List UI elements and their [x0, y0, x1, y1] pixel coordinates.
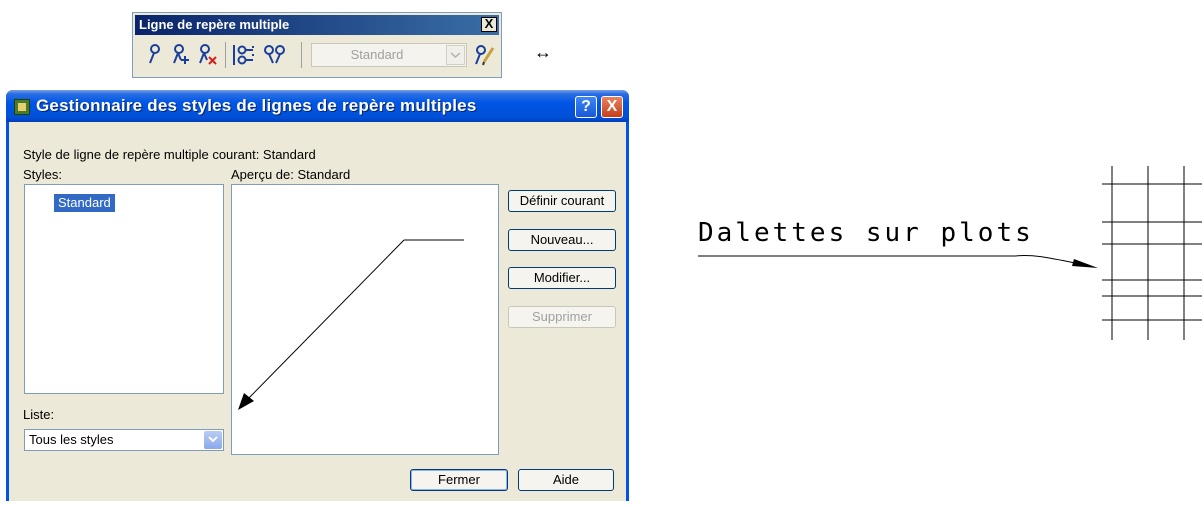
chevron-down-icon[interactable]: [204, 431, 222, 449]
preview-label: Aperçu de: Standard: [231, 167, 351, 182]
close-button[interactable]: X: [601, 96, 623, 118]
toolbar-buttons-row: Standard: [133, 39, 501, 73]
list-filter-combo[interactable]: Tous les styles: [24, 429, 224, 451]
app-icon: [14, 99, 30, 115]
cad-drawing-area: Dalettes sur plots: [690, 160, 1202, 350]
toolbar-title: Ligne de repère multiple: [139, 17, 290, 32]
chevron-down-icon[interactable]: [446, 45, 465, 65]
multileader-style-icon[interactable]: [471, 42, 495, 68]
toolbar-close-button[interactable]: X: [481, 17, 497, 32]
toolbar-separator: [301, 42, 302, 68]
style-combo-value: Standard: [350, 47, 404, 62]
collect-leaders-icon[interactable]: [261, 42, 285, 68]
leader-grid-drawing: [698, 166, 1202, 340]
set-current-button[interactable]: Définir courant: [508, 190, 616, 212]
current-style-label: Style de ligne de repère multiple couran…: [23, 147, 316, 162]
list-filter-value: Tous les styles: [29, 432, 114, 447]
leader-preview-drawing: [238, 239, 464, 410]
new-button[interactable]: Nouveau...: [508, 229, 616, 251]
dialog-title-bar[interactable]: Gestionnaire des styles de lignes de rep…: [6, 90, 629, 122]
multileader-icon[interactable]: [143, 42, 167, 68]
multileader-toolbar: Ligne de repère multiple X Standard: [132, 12, 502, 78]
list-item[interactable]: Standard: [54, 194, 115, 212]
list-label: Liste:: [23, 407, 55, 422]
preview-panel: [231, 184, 499, 455]
dialog-body: Style de ligne de repère multiple couran…: [9, 122, 626, 501]
multileader-style-combo[interactable]: Standard: [311, 43, 467, 67]
modify-button[interactable]: Modifier...: [508, 267, 616, 289]
remove-leader-icon[interactable]: [195, 42, 219, 68]
close-dialog-button[interactable]: Fermer: [410, 469, 508, 491]
drag-arrow-indicator: ↔: [534, 42, 552, 62]
multileader-style-manager-dialog: Gestionnaire des styles de lignes de rep…: [6, 90, 629, 501]
help-button[interactable]: ?: [575, 96, 597, 118]
delete-button[interactable]: Supprimer: [508, 306, 616, 328]
toolbar-separator: [225, 42, 226, 68]
dialog-title: Gestionnaire des styles de lignes de rep…: [36, 96, 477, 115]
toolbar-title-bar[interactable]: Ligne de repère multiple: [135, 15, 499, 35]
styles-label: Styles:: [23, 167, 63, 182]
add-leader-icon[interactable]: [169, 42, 193, 68]
align-leaders-icon[interactable]: [231, 42, 255, 68]
styles-list[interactable]: Standard: [24, 184, 224, 394]
help-dialog-button[interactable]: Aide: [518, 469, 614, 491]
